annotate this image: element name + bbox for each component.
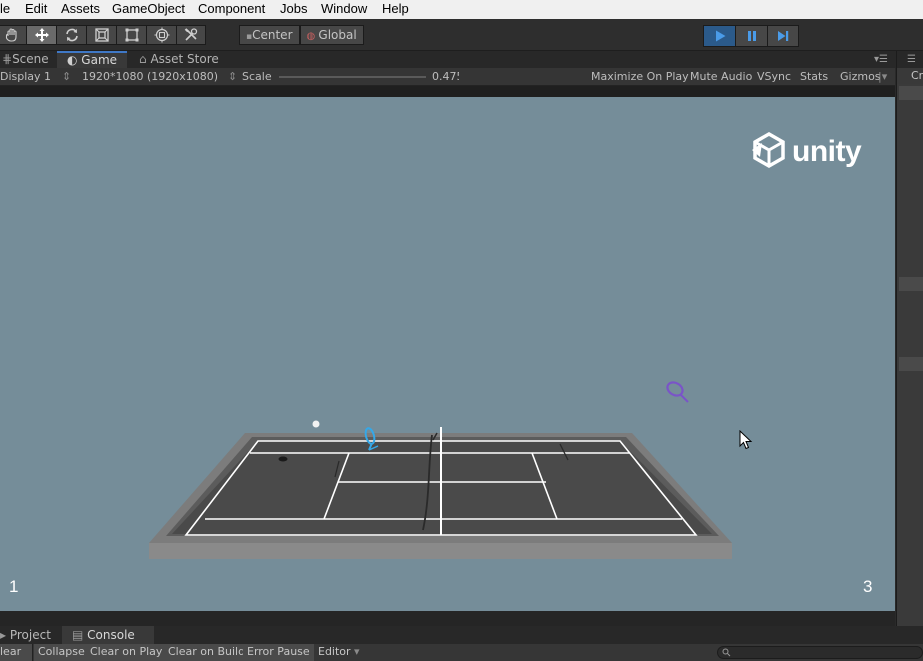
- editor-dropdown-label: Editor: [318, 645, 351, 658]
- score-left: 1: [9, 577, 19, 596]
- pause-button[interactable]: [735, 25, 767, 47]
- tennis-ball: [312, 420, 320, 428]
- tab-game[interactable]: ◐ Game: [57, 51, 127, 68]
- clear-on-play-toggle[interactable]: Clear on Play: [86, 644, 168, 661]
- panel-menu-icon[interactable]: ☰: [897, 51, 923, 68]
- maximize-on-play-toggle[interactable]: Maximize On Play: [591, 70, 689, 83]
- viewport-letterbox-bottom: [0, 611, 895, 626]
- display-chevron-icon: ⇕: [62, 70, 72, 83]
- clear-button[interactable]: lear: [0, 644, 33, 661]
- editor-dropdown[interactable]: Editor ▾: [314, 644, 364, 661]
- rotate-icon[interactable]: [56, 25, 86, 45]
- resolution-select[interactable]: 1920*1080 (1920x1080): [82, 70, 218, 83]
- collapse-toggle[interactable]: Collapse: [34, 644, 90, 661]
- console-icon: ▤: [72, 628, 88, 642]
- tab-project[interactable]: ▸ Project: [0, 626, 58, 644]
- menu-edit[interactable]: Edit: [25, 1, 47, 16]
- scale-icon[interactable]: [86, 25, 116, 45]
- menu-bar: le Edit Assets GameObject Component Jobs…: [0, 0, 923, 19]
- bottom-tabs: ▸ Project ▤ Console: [0, 626, 923, 644]
- tab-console[interactable]: ▤ Console: [62, 626, 154, 644]
- pivot-global-label: Global: [318, 28, 357, 42]
- editor-tabs: ⋕Scene ◐ Game ⌂ Asset Store ▾☰: [0, 51, 923, 68]
- tab-game-label: Game: [81, 53, 118, 67]
- panel-create-button[interactable]: Cr: [897, 68, 923, 84]
- search-icon: [722, 648, 731, 657]
- tab-asset-store-label: Asset Store: [150, 52, 219, 66]
- game-viewport[interactable]: unity 1 3: [0, 97, 895, 611]
- vsync-toggle[interactable]: VSync: [757, 70, 791, 83]
- game-view-toolbar: Display 1 ⇕ 1920*1080 (1920x1080) ⇕ Scal…: [0, 68, 895, 86]
- menu-assets[interactable]: Assets: [61, 1, 100, 16]
- pivot-center-button[interactable]: ▪︎Center: [239, 25, 300, 45]
- menu-window[interactable]: Window: [321, 1, 367, 16]
- tennis-scene: [149, 381, 732, 559]
- main-toolbar: ▪︎Center ◍ Global: [0, 19, 923, 51]
- editor-chevron-icon: ▾: [350, 645, 360, 658]
- viewport-letterbox-top: [0, 86, 895, 97]
- menu-gameobject[interactable]: GameObject: [112, 1, 185, 16]
- tab-console-label: Console: [87, 628, 135, 642]
- unity-logo: unity: [748, 131, 862, 173]
- inspector-panel-edge: ☰ Cr: [896, 51, 923, 626]
- custom-tool-icon[interactable]: [176, 25, 206, 45]
- clear-on-build-toggle[interactable]: Clear on Build: [164, 644, 251, 661]
- court-frame-front: [149, 543, 732, 559]
- pivot-toggles: ▪︎Center ◍ Global: [239, 25, 364, 45]
- tab-scene[interactable]: ⋕Scene: [0, 51, 58, 68]
- panel-row-1[interactable]: [899, 86, 923, 100]
- transform-icon[interactable]: [146, 25, 176, 45]
- ball-shadow: [278, 456, 288, 462]
- project-icon: ▸: [0, 628, 10, 642]
- display-select[interactable]: Display 1: [0, 70, 51, 83]
- gizmos-dropdown-icon[interactable]: |▾: [878, 70, 887, 83]
- unity-cube-icon: [752, 131, 785, 169]
- playback-controls: [703, 25, 799, 47]
- score-right: 3: [863, 577, 873, 596]
- mouse-cursor-icon: [739, 430, 753, 450]
- store-icon: ⌂: [139, 52, 151, 66]
- tab-scene-label: Scene: [12, 52, 49, 66]
- tab-project-label: Project: [9, 628, 51, 642]
- menu-component[interactable]: Component: [198, 1, 265, 16]
- resolution-chevron-icon: ⇕: [228, 70, 238, 83]
- scale-value: 0.475: [432, 70, 459, 83]
- tab-asset-store[interactable]: ⌂ Asset Store: [139, 51, 239, 68]
- transform-tools: [0, 25, 206, 45]
- menu-help[interactable]: Help: [382, 1, 409, 16]
- hand-icon[interactable]: [0, 25, 26, 45]
- unity-logo-text: unity: [792, 135, 862, 168]
- menu-file[interactable]: le: [0, 1, 10, 16]
- scene-icon: ⋕: [2, 52, 13, 66]
- move-icon[interactable]: [26, 25, 56, 45]
- step-button[interactable]: [767, 25, 799, 47]
- pivot-center-label: Center: [252, 28, 293, 42]
- pause-icon: [747, 31, 756, 41]
- error-pause-toggle[interactable]: Error Pause: [243, 644, 315, 661]
- globe-icon: ◍: [306, 31, 319, 42]
- game-icon: ◐: [67, 53, 82, 67]
- rect-icon[interactable]: [116, 25, 146, 45]
- pivot-global-button[interactable]: ◍ Global: [299, 25, 364, 45]
- panel-row-2[interactable]: [899, 277, 923, 291]
- menu-jobs[interactable]: Jobs: [280, 1, 307, 16]
- racket-purple: [666, 381, 689, 403]
- tab-menu-icon[interactable]: ▾☰: [874, 51, 894, 68]
- gizmos-toggle[interactable]: Gizmos: [840, 70, 881, 83]
- scale-label: Scale: [242, 70, 272, 83]
- console-toolbar: lear Collapse Clear on Play Clear on Bui…: [0, 644, 923, 661]
- scale-slider[interactable]: [279, 76, 426, 78]
- play-icon: [715, 30, 725, 42]
- console-search-input[interactable]: [717, 646, 923, 659]
- panel-row-3[interactable]: [899, 357, 923, 371]
- play-button[interactable]: [703, 25, 735, 47]
- step-icon: [778, 31, 789, 41]
- stats-toggle[interactable]: Stats: [800, 70, 828, 83]
- mute-audio-toggle[interactable]: Mute Audio: [690, 70, 752, 83]
